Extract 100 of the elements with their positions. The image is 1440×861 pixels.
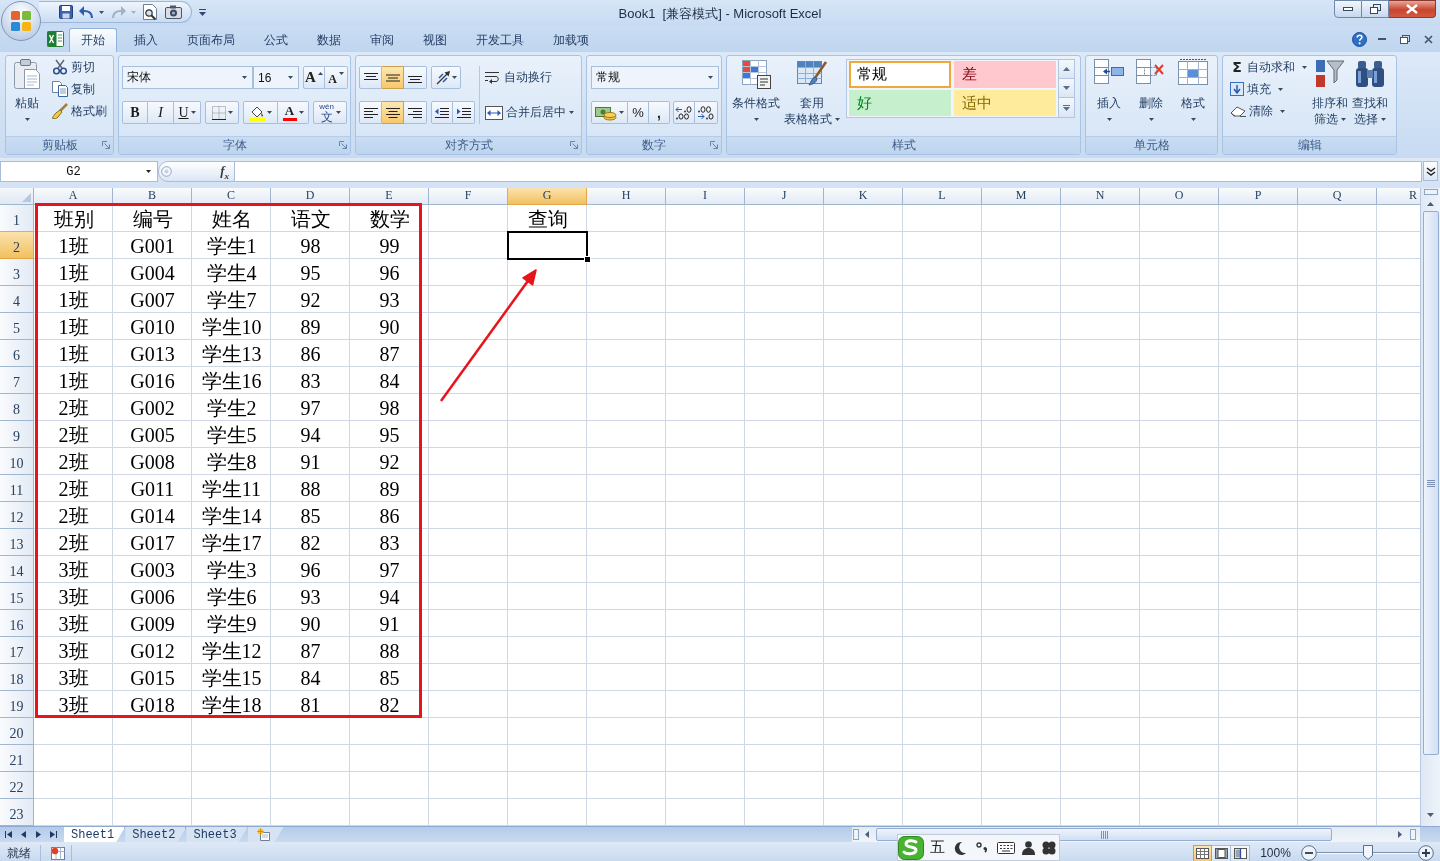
clear-button[interactable]: 清除 — [1228, 101, 1310, 121]
ribbon-tab[interactable]: 开始 — [69, 28, 117, 52]
align-center-button[interactable] — [382, 101, 404, 124]
percent-button[interactable]: % — [628, 101, 649, 124]
input-mode-label[interactable]: 五 — [930, 838, 945, 857]
caret-icon[interactable] — [199, 9, 206, 17]
logo-icon[interactable] — [898, 835, 924, 860]
ribbon-tab[interactable]: 数据 — [305, 28, 353, 52]
dialog-launcher-icon[interactable] — [102, 141, 110, 149]
dialog-launcher-icon[interactable] — [339, 141, 347, 149]
format-painter-button[interactable]: 格式刷 — [50, 101, 109, 121]
format-cells-button[interactable]: 格式 — [1172, 56, 1214, 136]
row-header[interactable]: 6 — [0, 340, 34, 367]
gallery-up-button[interactable] — [1059, 60, 1074, 79]
restore-button[interactable] — [1362, 0, 1389, 18]
first-sheet-icon[interactable] — [5, 831, 12, 838]
font-name-field[interactable]: 宋体 — [122, 66, 253, 89]
split-handle-icon[interactable] — [853, 829, 859, 840]
conditional-formatting-button[interactable]: 条件格式 — [730, 56, 782, 136]
insert-function-button[interactable]: f$_{x}$ — [220, 162, 229, 181]
caret-icon[interactable] — [99, 10, 104, 14]
cell-style-option[interactable]: 常规 — [849, 61, 951, 88]
fill-handle[interactable] — [584, 256, 591, 263]
increase-decimal-button[interactable] — [673, 101, 695, 124]
insert-sheet-button[interactable] — [247, 827, 284, 842]
decrease-indent-button[interactable] — [431, 101, 453, 124]
currency-button[interactable] — [591, 101, 628, 124]
row-header[interactable]: 1 — [0, 205, 34, 232]
column-header[interactable]: L — [903, 188, 982, 205]
camera-icon[interactable] — [165, 5, 182, 19]
column-header[interactable]: J — [745, 188, 824, 205]
column-header[interactable]: R — [1377, 188, 1420, 205]
split-handle-icon[interactable] — [1410, 829, 1416, 840]
row-header[interactable]: 4 — [0, 286, 34, 313]
shrink-font-button[interactable]: A — [325, 66, 348, 89]
next-sheet-icon[interactable] — [36, 831, 41, 838]
underline-button[interactable]: U — [174, 101, 201, 124]
bold-button[interactable]: B — [122, 101, 148, 124]
number-format-field[interactable]: 常规 — [591, 66, 719, 89]
user-icon[interactable] — [1022, 840, 1035, 855]
gallery-more-button[interactable] — [1059, 98, 1074, 117]
row-header[interactable]: 13 — [0, 529, 34, 556]
active-cell[interactable] — [507, 231, 588, 260]
row-header[interactable]: 23 — [0, 799, 34, 826]
row-header[interactable]: 20 — [0, 718, 34, 745]
help-icon[interactable] — [1352, 31, 1367, 47]
cell-style-option[interactable]: 适中 — [954, 90, 1056, 116]
close-button[interactable] — [1389, 0, 1436, 18]
ribbon-tab[interactable]: 加载项 — [541, 28, 601, 52]
wrap-text-button[interactable]: 自动换行 — [485, 66, 552, 89]
column-header[interactable]: F — [429, 188, 508, 205]
cell-style-option[interactable]: 差 — [954, 61, 1056, 88]
slider-thumb[interactable] — [1362, 845, 1373, 860]
column-header[interactable]: O — [1140, 188, 1219, 205]
comma-button[interactable]: , — [649, 101, 670, 124]
font-size-field[interactable]: 16 — [253, 66, 299, 89]
delete-cells-button[interactable]: 删除 — [1130, 56, 1172, 136]
sheet-tab[interactable]: Sheet1 — [64, 827, 126, 842]
row-header[interactable]: 17 — [0, 637, 34, 664]
page-break-view-button[interactable] — [1231, 844, 1250, 861]
expand-formula-bar-button[interactable] — [1423, 161, 1438, 181]
previous-sheet-icon[interactable] — [21, 831, 26, 838]
resize-handle-icon[interactable] — [161, 166, 172, 177]
clover-icon[interactable] — [1042, 840, 1056, 855]
row-header[interactable]: 18 — [0, 664, 34, 691]
row-header[interactable]: 7 — [0, 367, 34, 394]
macro-record-icon[interactable] — [51, 846, 65, 860]
page-layout-view-button[interactable] — [1212, 844, 1231, 861]
row-header[interactable]: 2 — [0, 232, 34, 259]
borders-button[interactable] — [205, 101, 239, 124]
copy-button[interactable]: 复制 — [50, 79, 109, 99]
punctuation-icon[interactable] — [976, 842, 988, 853]
column-header[interactable]: P — [1219, 188, 1298, 205]
ribbon-tab[interactable]: 审阅 — [358, 28, 406, 52]
row-header[interactable]: 12 — [0, 502, 34, 529]
phonetic-guide-button[interactable]: wén 文 — [313, 101, 347, 124]
sort-filter-button[interactable]: 排序和 筛选 — [1310, 56, 1350, 136]
row-header[interactable]: 10 — [0, 448, 34, 475]
row-header[interactable]: 19 — [0, 691, 34, 718]
fill-button[interactable]: 填充 — [1228, 79, 1310, 99]
row-header[interactable]: 16 — [0, 610, 34, 637]
column-header[interactable]: I — [666, 188, 745, 205]
column-header[interactable]: Q — [1298, 188, 1377, 205]
decrease-decimal-button[interactable] — [695, 101, 718, 124]
dialog-launcher-icon[interactable] — [710, 141, 718, 149]
row-header[interactable]: 9 — [0, 421, 34, 448]
insert-cells-button[interactable]: 插入 — [1088, 56, 1130, 136]
cell-style-option[interactable]: 好 — [849, 90, 951, 116]
scroll-left-icon[interactable] — [865, 831, 869, 838]
format-as-table-button[interactable]: 套用 表格格式 — [782, 56, 842, 136]
column-header[interactable]: M — [982, 188, 1061, 205]
font-color-button[interactable]: A — [278, 101, 309, 124]
normal-view-button[interactable] — [1193, 844, 1212, 861]
orientation-button[interactable] — [431, 66, 461, 89]
fill-color-button[interactable] — [243, 101, 278, 124]
italic-button[interactable]: I — [148, 101, 174, 124]
row-header[interactable]: 5 — [0, 313, 34, 340]
ribbon-tab[interactable]: 插入 — [122, 28, 170, 52]
scroll-down-icon[interactable] — [1427, 813, 1434, 817]
moon-icon[interactable] — [953, 840, 967, 855]
